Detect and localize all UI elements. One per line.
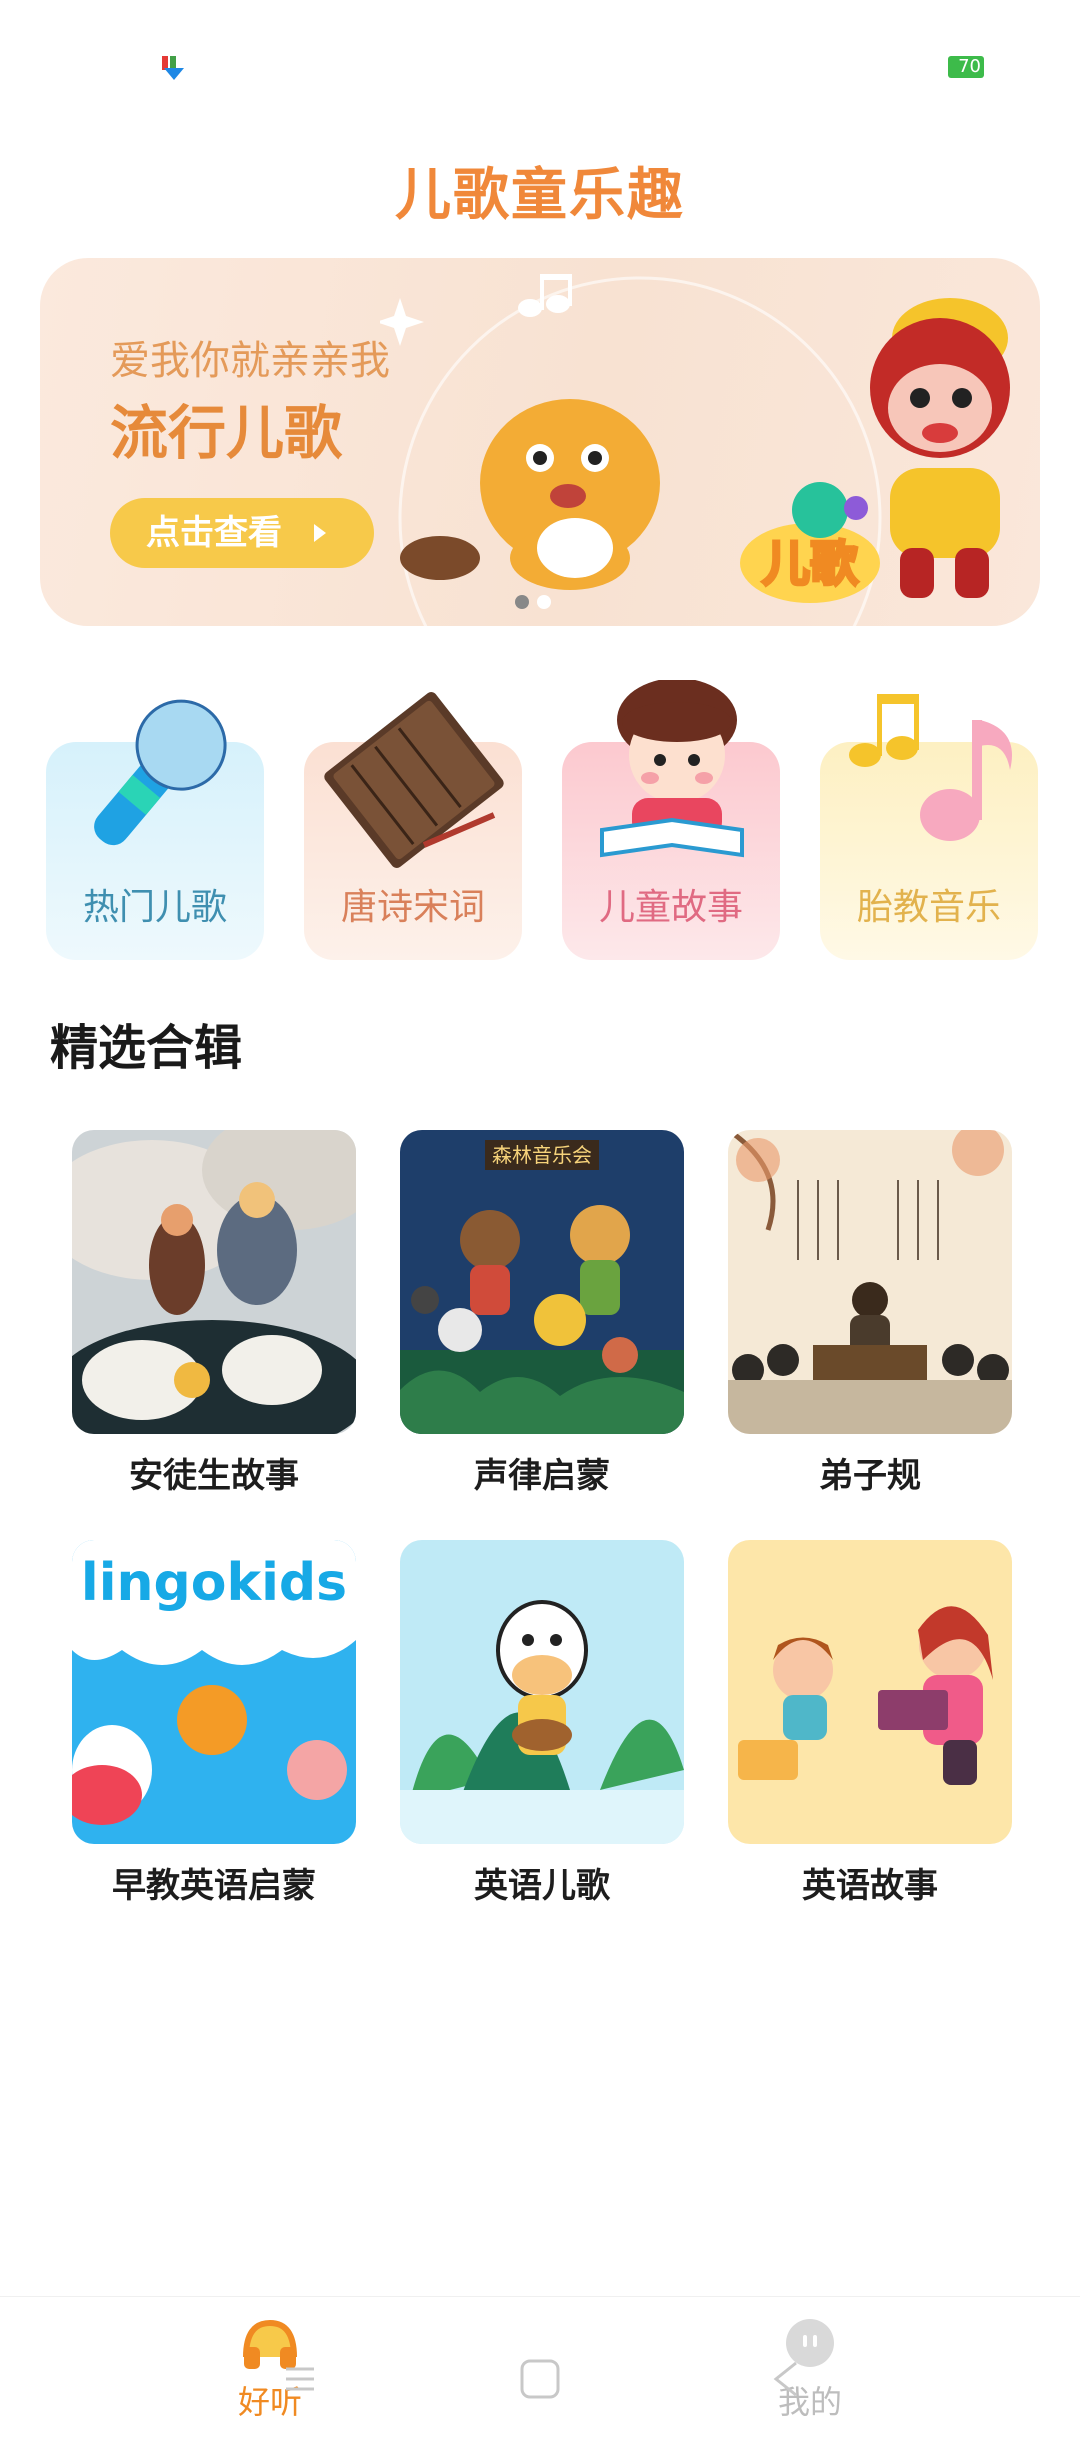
banner-title: 流行儿歌 bbox=[110, 399, 343, 467]
album-card[interactable]: 安徒生故事 bbox=[72, 1130, 356, 1497]
album-title: 安徒生故事 bbox=[129, 1456, 299, 1496]
carousel-indicator[interactable] bbox=[515, 594, 559, 613]
album-cover: 森林音乐会 bbox=[400, 1130, 684, 1434]
status-bar: 70 bbox=[0, 0, 1080, 130]
album-card[interactable]: 弟子规 bbox=[728, 1130, 1012, 1497]
carousel-dot[interactable] bbox=[515, 595, 529, 609]
battery-icon: 70 bbox=[948, 56, 984, 78]
view-button[interactable]: 点击查看 bbox=[110, 498, 374, 568]
banner-illustration: 儿歌 bbox=[380, 274, 1010, 626]
album-title: 声律启蒙 bbox=[474, 1456, 610, 1496]
back-icon[interactable] bbox=[766, 2357, 806, 2401]
album-title: 英语儿歌 bbox=[474, 1866, 610, 1906]
tab-good-listen[interactable]: 好听 bbox=[170, 2317, 370, 2423]
album-cover: lingokids bbox=[72, 1540, 356, 1844]
download-icon bbox=[162, 56, 184, 80]
page-title: 儿歌童乐趣 bbox=[395, 163, 685, 228]
book-scroll-icon bbox=[324, 692, 504, 868]
album-card[interactable]: 英语儿歌 bbox=[400, 1540, 684, 1907]
banner-badge: 儿歌 bbox=[762, 536, 859, 592]
promo-banner[interactable]: 爱我你就亲亲我 流行儿歌 点击查看 儿歌 bbox=[40, 258, 1040, 626]
category-label: 热门儿歌 bbox=[82, 887, 227, 928]
album-cover-text: lingokids bbox=[81, 1553, 347, 1613]
tab-label: 我的 bbox=[777, 2383, 842, 2421]
album-card[interactable]: 英语故事 bbox=[728, 1540, 1012, 1907]
album-card[interactable]: lingokids 早教英语启蒙 bbox=[72, 1540, 356, 1907]
category-poems[interactable]: 唐诗宋词 bbox=[304, 680, 522, 960]
category-label: 儿童故事 bbox=[598, 887, 743, 928]
view-button-label: 点击查看 bbox=[146, 513, 282, 553]
category-kids-stories[interactable]: 儿童故事 bbox=[562, 680, 780, 960]
carousel-dot[interactable] bbox=[537, 595, 551, 609]
home-icon[interactable] bbox=[518, 2357, 562, 2401]
tab-label: 好听 bbox=[237, 2383, 302, 2421]
album-cover bbox=[728, 1540, 1012, 1844]
girl-reading-icon bbox=[600, 680, 744, 858]
album-title: 英语故事 bbox=[802, 1866, 938, 1906]
album-cover bbox=[72, 1130, 356, 1434]
category-label: 胎教音乐 bbox=[856, 887, 1001, 928]
album-cover bbox=[400, 1540, 684, 1844]
music-note-icon bbox=[849, 694, 1012, 841]
category-label: 唐诗宋词 bbox=[340, 887, 485, 928]
category-prenatal-music[interactable]: 胎教音乐 bbox=[820, 680, 1038, 960]
microphone-icon bbox=[94, 699, 227, 846]
banner-subtitle: 爱我你就亲亲我 bbox=[110, 338, 390, 384]
album-cover-text: 森林音乐会 bbox=[492, 1143, 592, 1167]
section-title: 精选合辑 bbox=[50, 1020, 243, 1076]
tab-mine[interactable]: 我的 bbox=[710, 2317, 910, 2423]
bottom-nav: 好听 我的 bbox=[0, 2296, 1080, 2461]
album-cover bbox=[728, 1130, 1012, 1434]
category-hot-songs[interactable]: 热门儿歌 bbox=[46, 680, 264, 960]
album-title: 早教英语启蒙 bbox=[112, 1866, 316, 1906]
menu-icon[interactable] bbox=[280, 2359, 320, 2399]
album-card[interactable]: 森林音乐会 声律启蒙 bbox=[400, 1130, 684, 1497]
play-arrow-icon bbox=[314, 524, 326, 542]
album-title: 弟子规 bbox=[819, 1456, 921, 1496]
